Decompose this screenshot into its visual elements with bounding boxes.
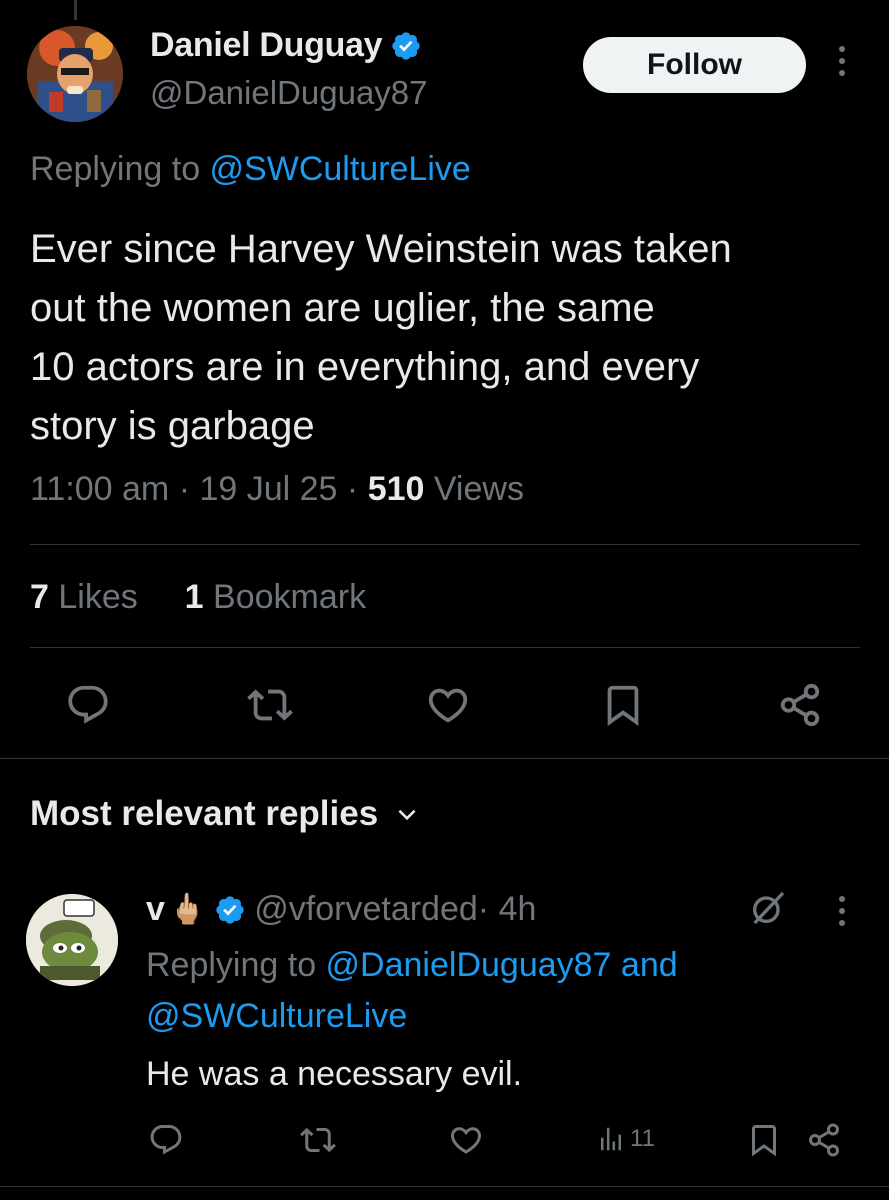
- bookmark-icon[interactable]: [746, 1122, 782, 1158]
- meta-separator: ·: [169, 470, 200, 508]
- engagement-stats: 7 Likes 1 Bookmark: [30, 578, 366, 617]
- share-icon[interactable]: [777, 682, 823, 728]
- replying-to-link[interactable]: @SWCultureLive: [146, 997, 407, 1035]
- views-stat[interactable]: 11: [596, 1124, 655, 1154]
- grok-icon[interactable]: [748, 888, 788, 928]
- views-chart-icon: [601, 1127, 621, 1151]
- bookmarks-label: Bookmark: [203, 578, 367, 616]
- retweet-icon[interactable]: [247, 682, 293, 728]
- tweet-body: Ever since Harvey Weinstein was taken ou…: [30, 220, 870, 456]
- reply-views-count: 11: [630, 1125, 655, 1152]
- replying-to-line: Replying to @SWCultureLive: [30, 150, 471, 189]
- tweet-meta: 11:00 am · 19 Jul 25 · 510 Views: [30, 470, 524, 509]
- more-vertical-icon[interactable]: [834, 46, 850, 86]
- bookmarks-stat[interactable]: 1 Bookmark: [185, 578, 366, 616]
- views-label: Views: [424, 470, 524, 508]
- share-icon[interactable]: [806, 1122, 842, 1158]
- tweet-date[interactable]: 19 Jul 25: [199, 470, 337, 508]
- author-avatar[interactable]: [27, 26, 123, 122]
- replying-to-link[interactable]: @SWCultureLive: [210, 150, 471, 188]
- follow-button[interactable]: Follow: [583, 37, 806, 93]
- likes-label: Likes: [48, 578, 138, 616]
- retweet-icon[interactable]: [300, 1122, 336, 1158]
- tweet-text-line: 10 actors are in everything, and every: [30, 345, 700, 389]
- reply-age[interactable]: · 4h: [478, 890, 537, 929]
- author-name-row: Daniel Duguay: [150, 26, 422, 65]
- replying-to-link[interactable]: @DanielDuguay87: [326, 946, 612, 984]
- reply-icon[interactable]: [148, 1122, 184, 1158]
- bookmark-icon[interactable]: [600, 682, 646, 728]
- tweet-time[interactable]: 11:00 am: [30, 470, 169, 508]
- tweet-text-line: Ever since Harvey Weinstein was taken: [30, 227, 732, 271]
- like-heart-icon[interactable]: [425, 682, 471, 728]
- replies-section-title: Most relevant replies: [30, 794, 379, 833]
- reply-body: He was a necessary evil.: [146, 1055, 523, 1093]
- views-count: 510: [367, 470, 425, 508]
- replying-to-prefix: Replying to: [30, 150, 210, 188]
- divider: [0, 1186, 889, 1187]
- divider: [30, 544, 860, 545]
- divider: [30, 647, 860, 648]
- thread-connector-line: [74, 0, 77, 20]
- likes-count: 7: [30, 578, 49, 616]
- author-display-name[interactable]: Daniel Duguay: [150, 26, 383, 65]
- like-heart-icon[interactable]: [448, 1122, 484, 1158]
- author-handle[interactable]: @DanielDuguay87: [150, 74, 428, 112]
- reply-author-name[interactable]: v: [146, 890, 165, 929]
- reply-author-handle[interactable]: @vforvetarded: [254, 890, 478, 929]
- verified-badge-icon: [392, 31, 420, 60]
- replies-sort-dropdown[interactable]: Most relevant replies: [30, 794, 420, 834]
- verified-badge-icon: [216, 895, 244, 924]
- bookmarks-count: 1: [184, 578, 204, 616]
- tweet-text-line: story is garbage: [30, 404, 315, 448]
- divider: [0, 758, 889, 759]
- reply-icon[interactable]: [65, 682, 111, 728]
- reply-replying-to: Replying to @DanielDuguay87 and @SWCultu…: [146, 940, 846, 1042]
- meta-separator: ·: [337, 470, 368, 508]
- replying-to-and: and: [611, 946, 678, 984]
- more-vertical-icon[interactable]: [834, 896, 850, 936]
- likes-stat[interactable]: 7 Likes: [30, 578, 138, 616]
- chevron-down-icon: [398, 809, 416, 821]
- replying-to-prefix: Replying to: [146, 946, 326, 984]
- reply-header: v 🖕🏼 @vforvetarded · 4h: [146, 890, 536, 929]
- reply-name-emoji: 🖕🏼: [168, 893, 207, 926]
- reply-author-avatar[interactable]: [26, 894, 118, 986]
- tweet-text-line: out the women are uglier, the same: [30, 286, 655, 330]
